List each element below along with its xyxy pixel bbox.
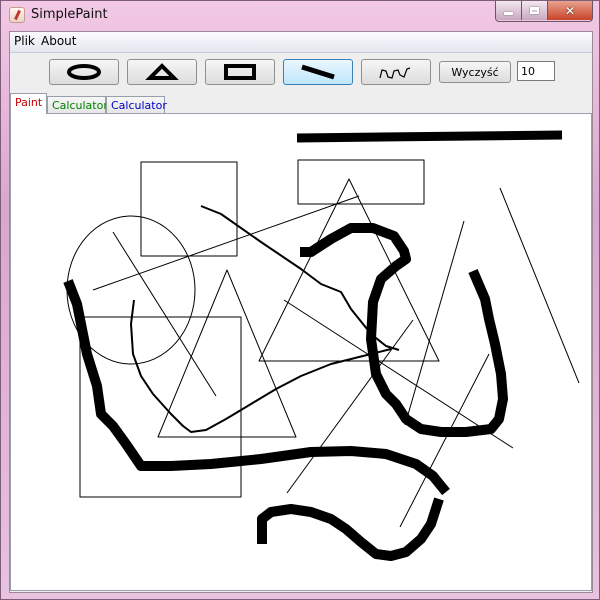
drawn-line — [499, 187, 580, 384]
paint-app-icon — [9, 7, 25, 23]
tab-bar: Paint Calculator Calculator — [10, 93, 592, 114]
window-controls: ✕ — [495, 1, 593, 22]
drawn-line — [404, 220, 465, 426]
size-input[interactable] — [517, 61, 555, 81]
maximize-button[interactable] — [522, 1, 548, 20]
drawn-thick-line — [296, 130, 563, 143]
menu-about[interactable]: About — [41, 34, 76, 48]
ellipse-tool-button[interactable] — [49, 59, 119, 85]
drawn-freehand — [130, 299, 392, 433]
drawn-triangle — [258, 178, 440, 362]
drawn-line — [399, 353, 490, 528]
line-icon — [301, 64, 335, 80]
menu-bar: Plik About — [10, 32, 592, 53]
triangle-tool-button[interactable] — [127, 59, 197, 85]
drawing-canvas[interactable] — [10, 113, 592, 591]
drawn-rectangle — [297, 159, 425, 205]
toolbar: Wyczyść — [10, 53, 592, 93]
minimize-button[interactable] — [496, 1, 522, 20]
rectangle-tool-button[interactable] — [205, 59, 275, 85]
close-icon: ✕ — [564, 3, 576, 18]
drawn-freehand — [63, 279, 450, 496]
triangle-icon — [145, 63, 179, 80]
freehand-tool-button[interactable] — [361, 59, 431, 85]
tab-paint[interactable]: Paint — [10, 93, 47, 114]
clear-button-label: Wyczyść — [451, 65, 499, 79]
ellipse-icon — [67, 64, 101, 80]
drawn-rectangle — [140, 161, 238, 257]
line-tool-button[interactable] — [283, 59, 353, 85]
rectangle-icon — [224, 64, 256, 80]
drawn-freehand — [257, 497, 444, 561]
menu-plik[interactable]: Plik — [14, 34, 35, 48]
maximize-icon — [530, 7, 539, 14]
title-bar[interactable]: SimplePaint ✕ — [1, 1, 599, 29]
minimize-icon — [504, 12, 513, 15]
client-area: Plik About Wyczyść Pai — [9, 31, 593, 593]
tab-calculator-1[interactable]: Calculator — [47, 96, 108, 113]
app-window: SimplePaint ✕ Plik About Wyczyść 10 Pain… — [0, 0, 600, 600]
drawn-line — [112, 231, 217, 397]
canvas-drawing — [63, 130, 580, 561]
clear-button[interactable]: Wyczyść — [439, 61, 511, 83]
window-title: SimplePaint — [31, 7, 108, 22]
drawn-triangle — [157, 269, 297, 438]
close-button[interactable]: ✕ — [548, 1, 592, 20]
tab-calculator-2[interactable]: Calculator — [106, 96, 167, 113]
freehand-icon — [379, 67, 411, 79]
